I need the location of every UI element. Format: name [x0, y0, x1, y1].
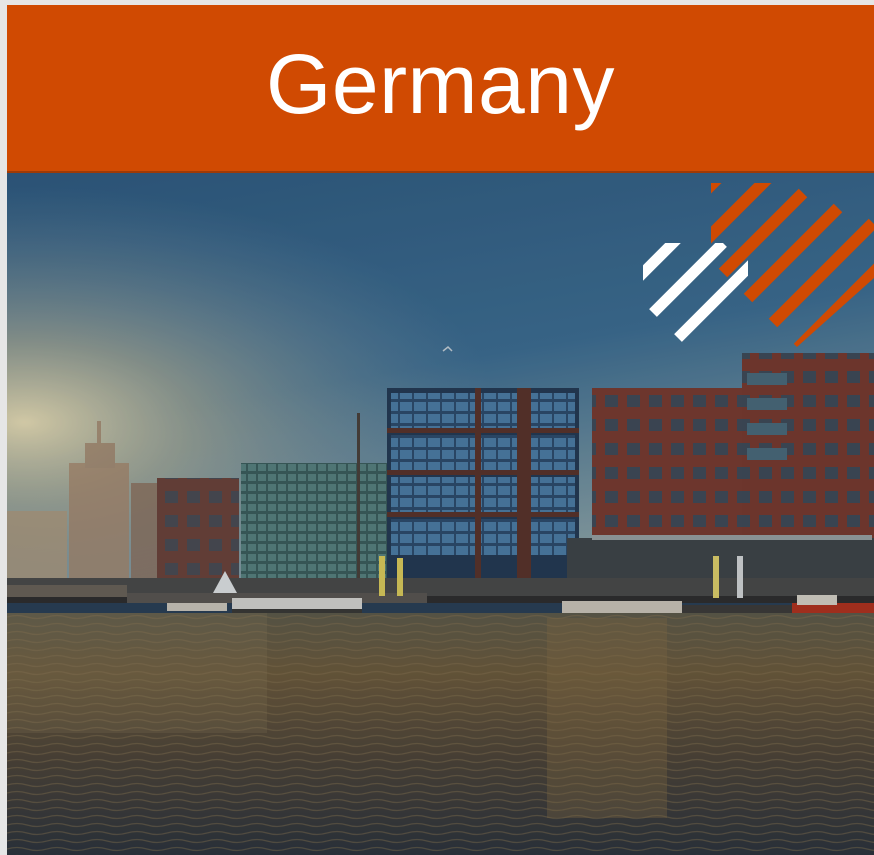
country-card: Germany — [7, 5, 874, 855]
country-title: Germany — [266, 37, 615, 131]
stripes-decoration-icon — [643, 183, 874, 355]
title-banner: Germany — [7, 5, 874, 173]
